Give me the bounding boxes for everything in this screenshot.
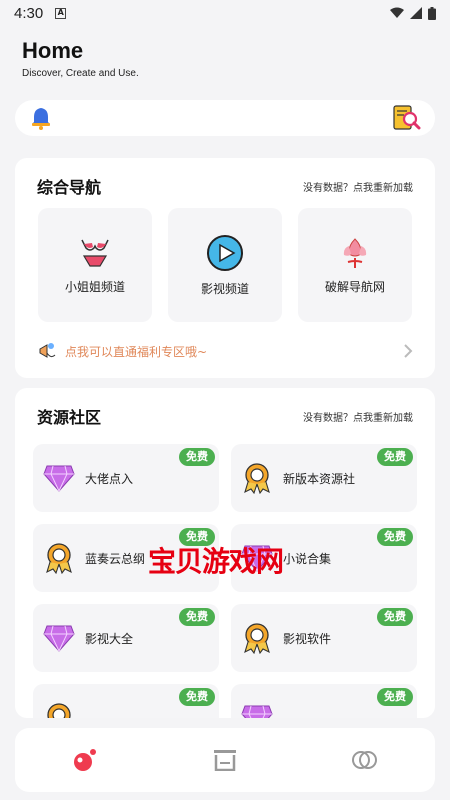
free-badge: 免费 [179, 608, 215, 626]
resource-item[interactable]: 影视软件 免费 [231, 604, 417, 672]
resource-item-label: 影视软件 [283, 631, 332, 646]
nav-card-title: 综合导航 [37, 178, 102, 197]
medal-icon [241, 622, 273, 654]
promo-text: 点我可以直通福利专区哦~ [65, 344, 208, 359]
bell-icon[interactable] [29, 106, 53, 130]
chevron-right-icon [404, 344, 413, 358]
home-tab-icon [74, 749, 96, 771]
page-title: Home [22, 38, 84, 63]
nav-tile-label: 影视频道 [200, 281, 249, 296]
nav-tile-girls[interactable]: 小姐姐频道 [38, 208, 152, 322]
gem-icon [241, 702, 273, 718]
tab-home[interactable] [55, 740, 115, 780]
status-bar: 4:30 A [0, 0, 450, 26]
free-badge: 免费 [179, 448, 215, 466]
resource-item-label: 小说合集 [283, 551, 332, 566]
medal-icon [241, 462, 273, 494]
resource-item-label: 蓝奏云总纲 [85, 551, 146, 566]
resource-item[interactable]: 影视大全 免费 [33, 604, 219, 672]
battery-icon [428, 6, 436, 20]
search-bar[interactable] [15, 100, 435, 136]
tab-archive[interactable] [195, 740, 255, 780]
resource-item[interactable]: 免费 [33, 684, 219, 718]
free-badge: 免费 [377, 528, 413, 546]
status-icons [390, 6, 436, 20]
medal-icon [43, 702, 75, 718]
resource-reload-link[interactable]: 没有数据？点我重新加载 [303, 409, 413, 424]
page-header: Home Discover, Create and Use. [22, 38, 139, 79]
gem-icon [43, 622, 75, 654]
resource-item-label: 新版本资源社 [283, 471, 356, 486]
status-time: 4:30 [14, 4, 44, 22]
nav-tile-video[interactable]: 影视频道 [168, 208, 282, 322]
signal-icon [410, 7, 422, 19]
welfare-promo-link[interactable]: 点我可以直通福利专区哦~ [37, 340, 413, 362]
megaphone-icon [39, 343, 56, 358]
free-badge: 免费 [377, 688, 413, 706]
lotus-icon [343, 237, 367, 268]
notification-icon: A [55, 7, 67, 19]
resource-item[interactable]: 大佬点入 免费 [33, 444, 219, 512]
circles-tab-icon [352, 751, 377, 769]
play-circle-icon [207, 234, 243, 271]
resource-card-title: 资源社区 [37, 408, 102, 427]
bottom-tabbar [15, 728, 435, 792]
bikini-icon [81, 239, 109, 267]
archive-tab-icon [214, 750, 236, 771]
free-badge: 免费 [179, 688, 215, 706]
resource-item-label: 影视大全 [85, 631, 134, 646]
nav-tile-crack[interactable]: 破解导航网 [298, 208, 412, 322]
doc-search-icon[interactable] [393, 105, 421, 131]
medal-icon [43, 542, 75, 574]
free-badge: 免费 [377, 608, 413, 626]
resource-item-label: 大佬点入 [85, 471, 134, 486]
nav-card: 综合导航 没有数据？点我重新加载 小姐姐频道 影视频道 破解导航网 点我可以直通… [15, 158, 435, 378]
tab-circles[interactable] [335, 740, 395, 780]
nav-tile-label: 小姐姐频道 [64, 279, 125, 294]
resource-item[interactable]: 新版本资源社 免费 [231, 444, 417, 512]
gem-icon [43, 462, 75, 494]
free-badge: 免费 [377, 448, 413, 466]
page-subtitle: Discover, Create and Use. [22, 68, 139, 79]
nav-reload-link[interactable]: 没有数据？点我重新加载 [303, 179, 413, 194]
resource-item[interactable]: 免费 [231, 684, 417, 718]
nav-tile-label: 破解导航网 [324, 279, 385, 294]
wifi-icon [390, 7, 404, 18]
watermark: 宝贝游戏网 [148, 545, 284, 578]
